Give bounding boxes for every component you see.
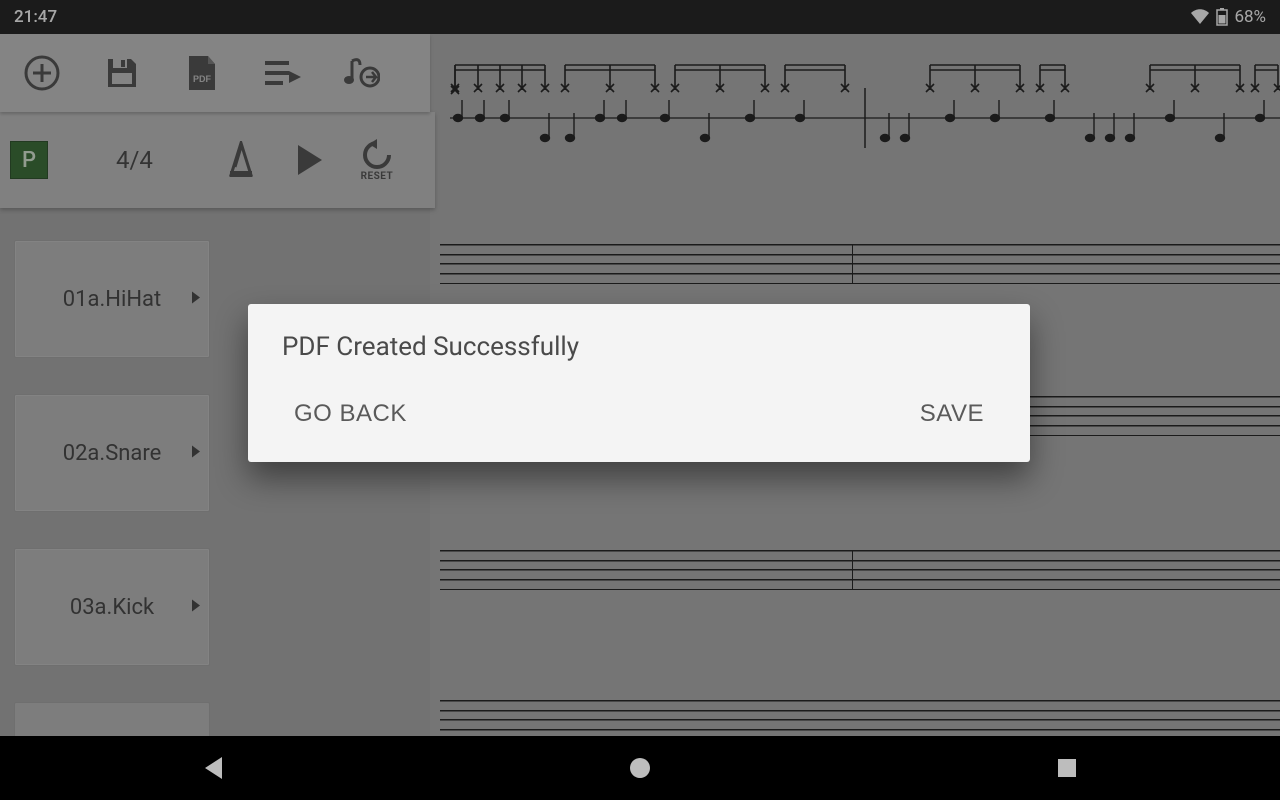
queue-play-button[interactable] — [262, 53, 302, 93]
go-back-button[interactable]: GO BACK — [288, 392, 413, 436]
note-swap-icon — [344, 55, 380, 91]
play-button[interactable] — [289, 135, 329, 185]
floppy-icon — [105, 56, 139, 90]
track-item-kick[interactable]: 03a.Kick — [14, 548, 210, 666]
reset-button[interactable]: RESET — [357, 135, 397, 185]
reset-icon — [359, 139, 395, 171]
chevron-right-icon — [191, 444, 201, 463]
android-navbar — [0, 736, 1280, 800]
pdf-created-dialog: PDF Created Successfully GO BACK SAVE — [248, 304, 1030, 462]
nav-back-button[interactable] — [183, 748, 243, 788]
track-list: 01a.HiHat 02a.Snare 03a.Kick — [14, 240, 210, 740]
dialog-title: PDF Created Successfully — [282, 332, 996, 362]
battery-icon — [1216, 8, 1228, 26]
status-right: 68% — [1190, 7, 1266, 27]
staff-row — [440, 244, 1280, 284]
wifi-icon — [1190, 9, 1210, 25]
time-signature[interactable]: 4/4 — [116, 146, 153, 174]
pattern-badge[interactable]: P — [10, 141, 48, 179]
list-play-icon — [263, 58, 301, 88]
metronome-icon — [225, 141, 257, 179]
recent-square-icon — [1056, 757, 1078, 779]
back-triangle-icon — [202, 755, 224, 781]
track-label: 03a.Kick — [70, 595, 154, 620]
chevron-right-icon — [191, 290, 201, 309]
svg-text:PDF: PDF — [193, 74, 212, 84]
nav-recent-button[interactable] — [1037, 748, 1097, 788]
battery-percent: 68% — [1234, 7, 1266, 27]
track-label: 02a.Snare — [63, 441, 162, 466]
save-button-dialog[interactable]: SAVE — [914, 392, 990, 436]
main-toolbar: PDF — [0, 34, 430, 112]
staff-row — [440, 700, 1280, 740]
play-icon — [294, 143, 324, 177]
note-swap-button[interactable] — [342, 53, 382, 93]
drum-notation — [450, 50, 1280, 180]
dialog-actions: GO BACK SAVE — [282, 392, 996, 442]
reset-label: RESET — [361, 171, 394, 182]
status-time: 21:47 — [14, 7, 57, 27]
track-label: 01a.HiHat — [63, 287, 161, 312]
track-item-hihat[interactable]: 01a.HiHat — [14, 240, 210, 358]
staff-row — [440, 550, 1280, 590]
pdf-button[interactable]: PDF — [182, 53, 222, 93]
plus-circle-icon — [23, 54, 61, 92]
save-button[interactable] — [102, 53, 142, 93]
pdf-file-icon: PDF — [186, 54, 218, 92]
nav-home-button[interactable] — [610, 748, 670, 788]
chevron-right-icon — [191, 598, 201, 617]
metronome-button[interactable] — [221, 135, 261, 185]
status-bar: 21:47 68% — [0, 0, 1280, 34]
track-item-peek[interactable] — [14, 702, 210, 740]
track-item-snare[interactable]: 02a.Snare — [14, 394, 210, 512]
add-button[interactable] — [22, 53, 62, 93]
home-circle-icon — [628, 756, 652, 780]
transport-toolbar: P 4/4 RESET — [0, 112, 435, 208]
